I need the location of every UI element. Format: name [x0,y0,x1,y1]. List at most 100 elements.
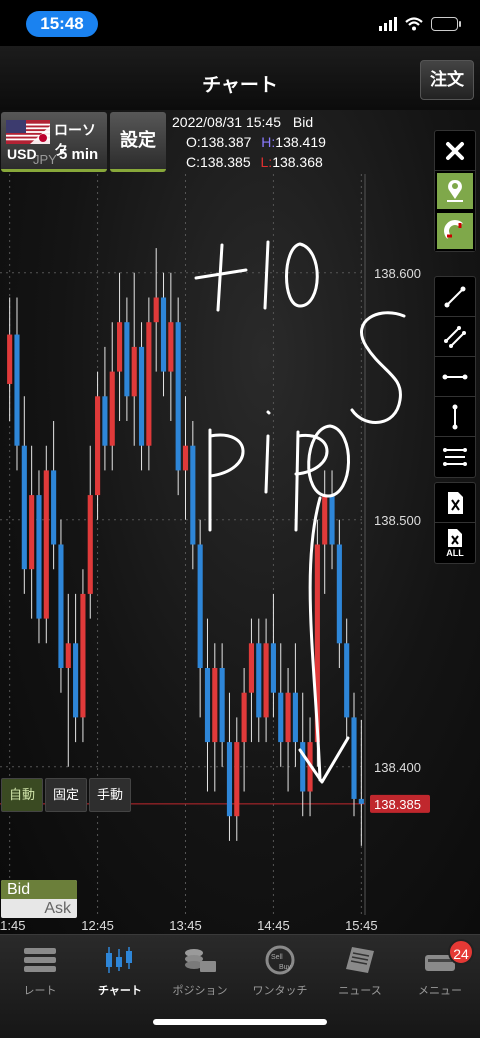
mode-fixed-button[interactable]: 固定 [45,778,88,812]
tab-one-touch-label: ワンタッチ [252,985,308,997]
candle-body [270,643,276,693]
fibonacci-icon[interactable] [435,437,475,477]
channel-icon[interactable] [435,317,475,357]
newspaper-icon [346,947,374,973]
tab-rate-label: レート [23,985,57,997]
candle-body [204,668,211,743]
time-axis: 11:45 12:45 13:45 14:45 15:45 [0,918,378,933]
candle-body [146,322,152,446]
ohlc-row-open-high: O:138.387 H:138.419 [172,132,326,152]
horizontal-line-icon[interactable] [435,357,475,397]
tab-one-touch[interactable]: Sell Buy ワンタッチ [240,935,320,1005]
current-price-tag: 138.385 [370,794,430,813]
candle-body [248,643,255,693]
time-tick-label: 11:45 [0,918,25,933]
tab-rate[interactable]: レート [0,935,80,1005]
candle-body [336,544,342,644]
annotation-letter-p [208,428,245,532]
time-tick-label: 14:45 [257,918,290,933]
candle-body [153,297,159,323]
candle-body [226,742,233,817]
candle-body [256,643,262,718]
open-value: 138.387 [200,134,252,150]
tab-news-label: ニュース [338,985,382,997]
drawing-toolbar-delete: ALL [434,482,476,564]
settings-button[interactable]: 設定 [110,112,166,172]
vertical-line-icon[interactable] [435,397,475,437]
coins-stack-icon [185,949,216,972]
tab-menu[interactable]: メニュー 24 [400,935,480,1005]
order-button[interactable]: 注文 [420,60,474,100]
svg-text:Sell: Sell [271,954,283,961]
candle-body [160,297,167,372]
delete-drawing-icon[interactable] [435,483,475,523]
tab-position[interactable]: ポジション [160,935,240,1005]
chart-area[interactable]: 138.600138.500138.400138.385 11:4512:451… [0,110,480,934]
low-label: L: [260,154,273,170]
candle-body [102,396,108,446]
candle-body [116,322,123,372]
ohlc-side: Bid [292,114,314,130]
candle-body [43,470,49,619]
price-tick-label: 138.400 [374,760,421,775]
annotation-digit-0 [285,242,319,308]
price-axis: 138.600 138.500 138.400 138.385 [370,266,430,813]
candle-body [212,668,218,743]
candle-body [7,334,13,384]
candle-body [131,346,137,397]
close-value: 138.385 [200,154,251,170]
trendline-icon[interactable] [435,277,475,317]
candle-body [285,692,291,743]
pin-icon[interactable] [435,171,475,211]
candle-body [190,445,196,545]
candle-body [58,544,64,668]
delete-all-label: ALL [446,548,464,558]
candle-body [219,668,225,743]
symbol-selector-button[interactable]: ローソク USD JPY 5 min [1,112,107,172]
candle-body [175,322,181,471]
candle-body [197,544,203,668]
annotation-digit-1 [263,240,270,310]
battery-icon [431,17,461,31]
time-tick-label: 15:45 [345,918,378,933]
mode-auto-button[interactable]: 自動 [1,778,44,812]
candle-body [14,334,20,446]
candle-body [322,495,328,545]
candle-body [51,470,57,545]
candle-body [263,643,269,718]
price-tick-label: 138.600 [374,266,421,281]
navigation-bar: チャート 注文 [0,46,480,110]
tab-position-label: ポジション [172,985,228,997]
close-label: C: [186,154,200,170]
candle-body [241,692,247,743]
candle-body [95,396,101,496]
drawing-toolbar-lines [434,276,476,478]
status-bar: 15:48 [0,0,480,46]
wifi-icon [405,17,423,31]
sell-buy-icon: Sell Buy [265,945,295,975]
bid-ask-toggle[interactable]: Bid Ask [1,880,77,918]
tab-bar: レート チャート ポジション Sell Buy ワンタッチ ニュース メニュー … [0,934,480,1038]
close-icon[interactable] [435,131,475,171]
candle-body [182,445,189,471]
timeframe-label: 5 min [59,146,99,163]
candle-body [109,371,115,446]
annotation-letter-i [264,410,271,494]
cellular-signal-icon [379,17,397,31]
mode-manual-button[interactable]: 手動 [89,778,132,812]
tab-chart[interactable]: チャート [80,935,160,1005]
candle-body [351,717,357,799]
handwritten-annotation [194,240,406,784]
drawing-toolbar-top [434,130,476,252]
tab-news[interactable]: ニュース [320,935,400,1005]
candle-body [65,643,71,668]
magnet-icon[interactable] [435,211,475,251]
candle-body [278,692,284,743]
annotation-circle [307,424,350,498]
status-time: 15:48 [26,11,98,37]
usd-flag-icon [6,120,50,144]
quote-currency-label: JPY [33,152,57,167]
low-value: 138.368 [272,154,323,170]
status-icons [379,16,461,32]
delete-all-icon[interactable]: ALL [435,523,475,563]
